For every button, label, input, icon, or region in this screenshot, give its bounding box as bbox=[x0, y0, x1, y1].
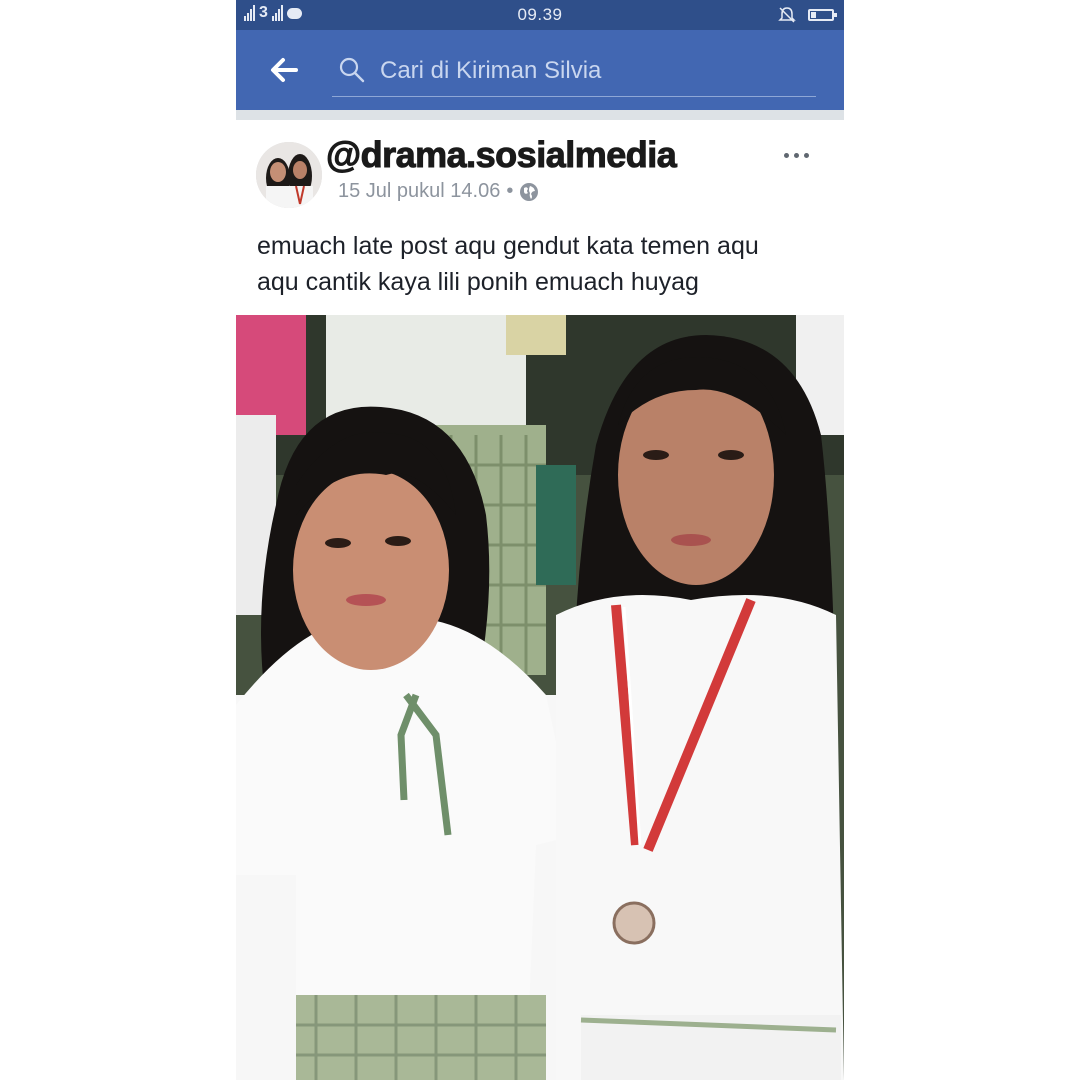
search-icon bbox=[339, 57, 365, 83]
post-meta: 15 Jul pukul 14.06 • bbox=[338, 180, 539, 203]
mute-icon bbox=[778, 7, 796, 23]
post-header: @drama.sosialmedia 15 Jul pukul 14.06 • bbox=[236, 120, 844, 220]
status-bar: 3 09.39 bbox=[236, 0, 844, 30]
search-header bbox=[236, 30, 844, 110]
post-timestamp[interactable]: 15 Jul pukul 14.06 bbox=[338, 180, 500, 203]
post-text-line: aqu cantik kaya lili ponih emuach huyag bbox=[257, 268, 699, 296]
arrow-left-icon[interactable] bbox=[266, 52, 302, 88]
post-author[interactable]: @drama.sosialmedia bbox=[325, 134, 677, 176]
avatar[interactable] bbox=[256, 142, 322, 208]
divider-strip bbox=[236, 110, 844, 120]
status-right-icons bbox=[778, 6, 837, 24]
post-text: emuach late post aqu gendut kata temen a… bbox=[257, 228, 827, 300]
more-horizontal-icon bbox=[784, 152, 789, 158]
search-input[interactable] bbox=[378, 52, 802, 90]
status-time: 09.39 bbox=[517, 5, 563, 24]
meta-separator: • bbox=[506, 180, 514, 202]
search-box[interactable] bbox=[332, 44, 816, 97]
post-photo[interactable] bbox=[236, 315, 844, 1080]
battery-icon bbox=[808, 9, 837, 21]
more-options-button[interactable] bbox=[784, 150, 814, 160]
phone-screen: 3 09.39 Cari di Kiriman Silvia @drama.so… bbox=[236, 0, 844, 1080]
post-text-line: emuach late post aqu gendut kata temen a… bbox=[257, 232, 759, 260]
globe-icon bbox=[520, 182, 539, 201]
